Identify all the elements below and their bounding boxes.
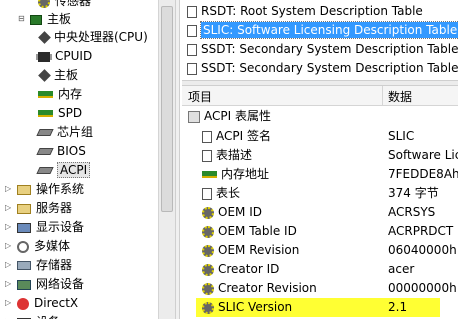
tree-node-acpi[interactable]: ACPI bbox=[36, 161, 91, 180]
tree-node-storage[interactable]: 存储器 bbox=[17, 256, 72, 275]
motherboard-icon bbox=[38, 69, 51, 82]
device-tree[interactable]: 传感器 ⊟ 主板 中央处理器(CPU) CPUID 主板 内存 SPD 芯片组 … bbox=[0, 0, 158, 319]
memory-icon bbox=[202, 171, 217, 178]
tree-node-mainboard[interactable]: 主板 bbox=[30, 10, 71, 29]
doc-icon bbox=[187, 24, 197, 37]
expand-icon[interactable]: ▷ bbox=[5, 185, 13, 193]
property-row[interactable]: OEM ID ACRSYS bbox=[182, 203, 458, 222]
tree-node-spd[interactable]: SPD bbox=[38, 104, 82, 123]
table-row-selected[interactable]: SLIC: Software Licensing Description Tab… bbox=[182, 21, 458, 40]
tree-node-multimedia[interactable]: 多媒体 bbox=[17, 237, 70, 256]
tree-node-directx[interactable]: DirectX bbox=[17, 294, 78, 313]
doc-icon bbox=[187, 43, 197, 56]
tree-node-memory[interactable]: 内存 bbox=[38, 85, 82, 104]
tree-node-chipset[interactable]: 芯片组 bbox=[36, 123, 93, 142]
acpi-icon bbox=[36, 167, 54, 174]
directx-icon bbox=[17, 297, 29, 310]
display-icon bbox=[17, 222, 31, 233]
chipset-icon bbox=[36, 129, 54, 136]
spd-icon bbox=[38, 110, 53, 117]
gear-icon bbox=[202, 282, 214, 295]
tree-node-bios[interactable]: BIOS bbox=[36, 142, 86, 161]
property-row[interactable]: 表长 374 字节 bbox=[182, 184, 458, 203]
expand-icon[interactable]: ▷ bbox=[5, 204, 13, 212]
gear-icon bbox=[202, 244, 214, 257]
group-row[interactable]: ACPI 表属性 bbox=[182, 107, 458, 126]
bios-icon bbox=[36, 148, 54, 155]
tree-node-motherboard[interactable]: 主板 bbox=[38, 66, 78, 85]
tree-scrollbar[interactable] bbox=[158, 0, 175, 319]
gear-icon bbox=[202, 225, 214, 238]
expand-icon[interactable]: ▷ bbox=[5, 261, 13, 269]
property-row[interactable]: 表描述Software Lice bbox=[182, 146, 458, 165]
acpi-table-list[interactable]: RSDT: Root System Description Table SLIC… bbox=[182, 0, 458, 80]
table-row[interactable]: SSDT: Secondary System Description Table bbox=[182, 40, 458, 59]
column-divider[interactable] bbox=[382, 86, 383, 106]
gear-icon bbox=[202, 301, 214, 314]
cpu-icon bbox=[38, 31, 51, 44]
tree-node-devices[interactable]: 设备 bbox=[17, 313, 60, 319]
server-icon bbox=[17, 203, 31, 214]
tree-node-display[interactable]: 显示设备 bbox=[17, 218, 84, 237]
property-row[interactable]: 内存地址 7FEDDE8Ah bbox=[182, 165, 458, 184]
tree-node-server[interactable]: 服务器 bbox=[17, 199, 72, 218]
tree-node-os[interactable]: 操作系统 bbox=[17, 180, 84, 199]
acpi-group-icon bbox=[188, 110, 200, 123]
doc-icon bbox=[187, 62, 197, 75]
property-row[interactable]: OEM Table ID ACRPRDCT bbox=[182, 222, 458, 241]
scrollbar-thumb[interactable] bbox=[161, 6, 173, 212]
collapse-icon[interactable]: ⊟ bbox=[18, 15, 26, 23]
property-row[interactable]: Creator Revision 00000000h bbox=[182, 279, 458, 298]
column-header: 项目 数据 bbox=[182, 86, 458, 106]
table-row[interactable]: RSDT: Root System Description Table bbox=[182, 2, 458, 21]
expand-icon[interactable]: ▷ bbox=[5, 280, 13, 288]
mainboard-icon bbox=[30, 14, 42, 25]
doc-icon bbox=[202, 149, 212, 162]
expand-icon[interactable]: ▷ bbox=[5, 223, 13, 231]
table-row[interactable]: SSDT: Secondary System Description Table bbox=[182, 59, 458, 78]
column-header-data[interactable]: 数据 bbox=[388, 88, 412, 105]
doc-icon bbox=[187, 5, 197, 18]
multimedia-icon bbox=[17, 240, 29, 253]
tree-node-network[interactable]: 网络设备 bbox=[17, 275, 84, 294]
doc-icon bbox=[202, 130, 212, 143]
cpuid-icon bbox=[36, 51, 52, 62]
tree-node-cpu[interactable]: 中央处理器(CPU) bbox=[38, 28, 148, 47]
pane-splitter[interactable] bbox=[175, 0, 180, 319]
gear-icon bbox=[202, 263, 214, 276]
column-header-item[interactable]: 项目 bbox=[188, 88, 212, 105]
tree-node-cpuid[interactable]: CPUID bbox=[36, 47, 92, 66]
property-row-highlighted[interactable]: SLIC Version 2.1 bbox=[196, 298, 440, 317]
expand-icon[interactable]: ▷ bbox=[5, 299, 13, 307]
os-icon bbox=[17, 184, 31, 195]
property-row[interactable]: OEM Revision 06040000h bbox=[182, 241, 458, 260]
storage-icon bbox=[17, 261, 31, 270]
property-row[interactable]: ACPI 签名 SLIC bbox=[182, 127, 458, 146]
sensor-icon bbox=[38, 0, 50, 8]
expand-icon[interactable]: ▷ bbox=[5, 242, 13, 250]
memory-icon bbox=[38, 91, 53, 98]
doc-icon bbox=[202, 187, 212, 200]
property-row[interactable]: Creator ID acer bbox=[182, 260, 458, 279]
gear-icon bbox=[202, 206, 214, 219]
network-icon bbox=[17, 279, 31, 290]
